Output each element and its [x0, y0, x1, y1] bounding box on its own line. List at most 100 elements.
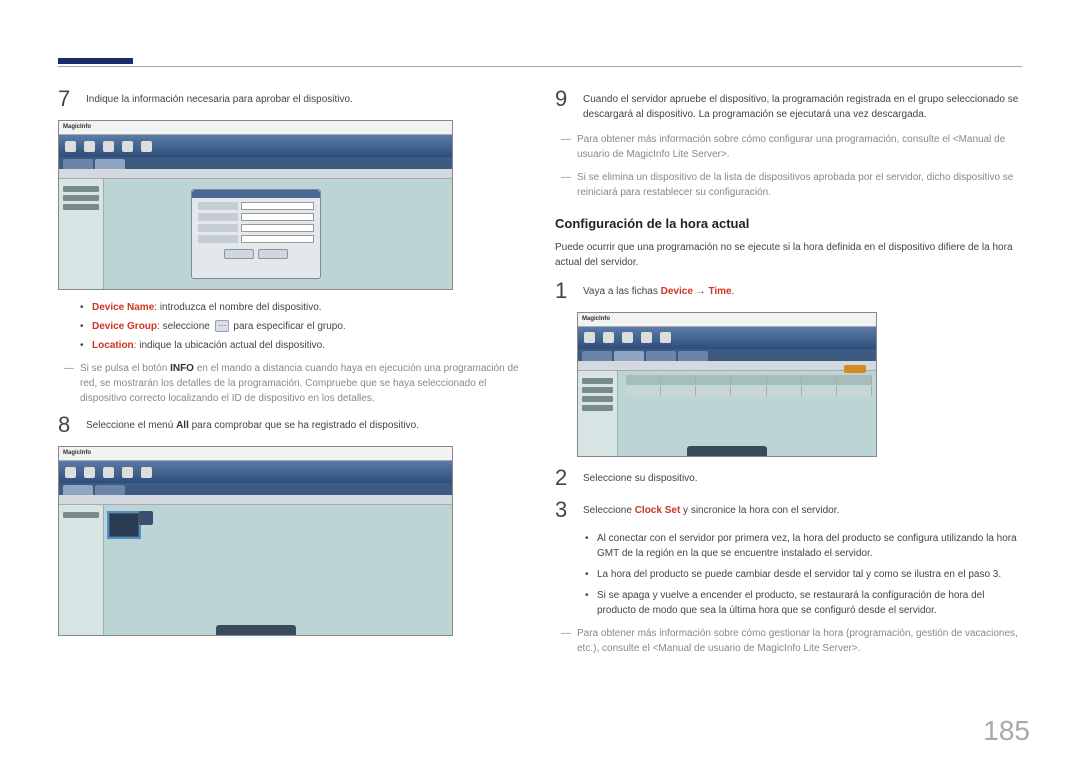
bullet-item: Device Group: seleccione para especifica… [80, 319, 525, 334]
app-toolbar [59, 135, 452, 157]
th [837, 375, 872, 385]
td [837, 386, 872, 396]
th [767, 375, 802, 385]
td [731, 386, 766, 396]
footer-pager [687, 446, 767, 456]
field-input [241, 235, 314, 243]
dialog-titlebar [192, 190, 320, 198]
term-info: INFO [170, 363, 194, 374]
step-3: 3 Seleccione Clock Set y sincronice la h… [555, 499, 1022, 521]
note: Para obtener más información sobre cómo … [565, 626, 1022, 656]
bullet-text: : introduzca el nombre del dispositivo. [154, 302, 321, 313]
term-clock-set: Clock Set [635, 505, 681, 516]
bullet-item: Al conectar con el servidor por primera … [585, 531, 1022, 561]
sidebar-item [582, 405, 613, 411]
device-thumbnail [109, 513, 139, 537]
page-number: 185 [983, 715, 1030, 747]
screenshot-approve-device: MagicInfo [58, 120, 453, 290]
step-number: 2 [555, 467, 571, 489]
td [802, 386, 837, 396]
th [626, 375, 661, 385]
right-column: 9 Cuando el servidor apruebe el disposit… [555, 88, 1022, 738]
toolbar-icon [84, 467, 95, 478]
tab [678, 351, 708, 361]
action-button [844, 365, 866, 373]
th [802, 375, 837, 385]
th [731, 375, 766, 385]
app-titlebar: MagicInfo [59, 447, 452, 461]
field-input [241, 224, 314, 232]
sidebar [578, 371, 618, 456]
sidebar [59, 505, 104, 635]
step-number: 3 [555, 499, 571, 521]
tab-bar [59, 483, 452, 495]
sidebar-item [582, 387, 613, 393]
step-text: Indique la información necesaria para ap… [86, 88, 353, 110]
control-icon [139, 511, 153, 525]
term-device-group: Device Group [92, 321, 157, 332]
text: y sincronice la hora con el servidor. [680, 505, 839, 516]
bullet-text: para especificar el grupo. [231, 321, 346, 332]
app-toolbar [59, 461, 452, 483]
th [661, 375, 696, 385]
step-1: 1 Vaya a las fichas Device → Time. [555, 280, 1022, 302]
step-9: 9 Cuando el servidor apruebe el disposit… [555, 88, 1022, 122]
left-column: 7 Indique la información necesaria para … [58, 88, 525, 738]
tab [63, 159, 93, 169]
approve-dialog [191, 189, 321, 279]
table-row [626, 386, 872, 396]
tab-bar [578, 349, 876, 361]
step-text: Vaya a las fichas Device → Time. [583, 280, 734, 302]
tab [646, 351, 676, 361]
app-titlebar: MagicInfo [578, 313, 876, 327]
field-input [241, 202, 314, 210]
sidebar-item [63, 512, 99, 518]
app-body [578, 371, 876, 456]
toolbar-icon [65, 467, 76, 478]
sidebar-item [63, 186, 99, 192]
note: Si se elimina un dispositivo de la lista… [565, 170, 1022, 200]
sidebar-item [63, 204, 99, 210]
dialog-ok-button [224, 249, 254, 259]
app-titlebar: MagicInfo [59, 121, 452, 135]
screenshot-device-list: MagicInfo [58, 446, 453, 636]
step-number: 1 [555, 280, 571, 302]
step-text: Seleccione su dispositivo. [583, 467, 698, 489]
note: Si se pulsa el botón INFO en el mando a … [68, 361, 525, 406]
bullet-text: : indique la ubicación actual del dispos… [134, 340, 325, 351]
sidebar-item [582, 378, 613, 384]
table-header [626, 375, 872, 385]
section-heading: Configuración de la hora actual [555, 214, 1022, 234]
text: → [693, 286, 709, 297]
sidebar-item [582, 396, 613, 402]
toolbar-icon [122, 467, 133, 478]
tab [95, 485, 125, 495]
text: para comprobar que se ha registrado el d… [189, 420, 419, 431]
toolbar-icon [641, 332, 652, 343]
step-number: 9 [555, 88, 571, 122]
field-label [198, 213, 238, 221]
field-label [198, 224, 238, 232]
bullet-list: Al conectar con el servidor por primera … [555, 531, 1022, 618]
device-table [626, 375, 872, 397]
field-input [241, 213, 314, 221]
text: Seleccione el menú [86, 420, 176, 431]
app-toolbar [578, 327, 876, 349]
toolbar-icon [660, 332, 671, 343]
term-time: Time [708, 286, 731, 297]
sub-toolbar [59, 169, 452, 179]
tab [582, 351, 612, 361]
sidebar-item [63, 195, 99, 201]
app-body [59, 179, 452, 289]
term-all: All [176, 420, 189, 431]
field-label [198, 202, 238, 210]
term-location: Location [92, 340, 134, 351]
header-accent-bar [58, 58, 133, 64]
toolbar-icon [603, 332, 614, 343]
toolbar-icon [622, 332, 633, 343]
toolbar-icon [141, 141, 152, 152]
step-text: Cuando el servidor apruebe el dispositiv… [583, 88, 1022, 122]
sub-toolbar [59, 495, 452, 505]
step-number: 7 [58, 88, 74, 110]
screenshot-time-settings: MagicInfo [577, 312, 877, 457]
